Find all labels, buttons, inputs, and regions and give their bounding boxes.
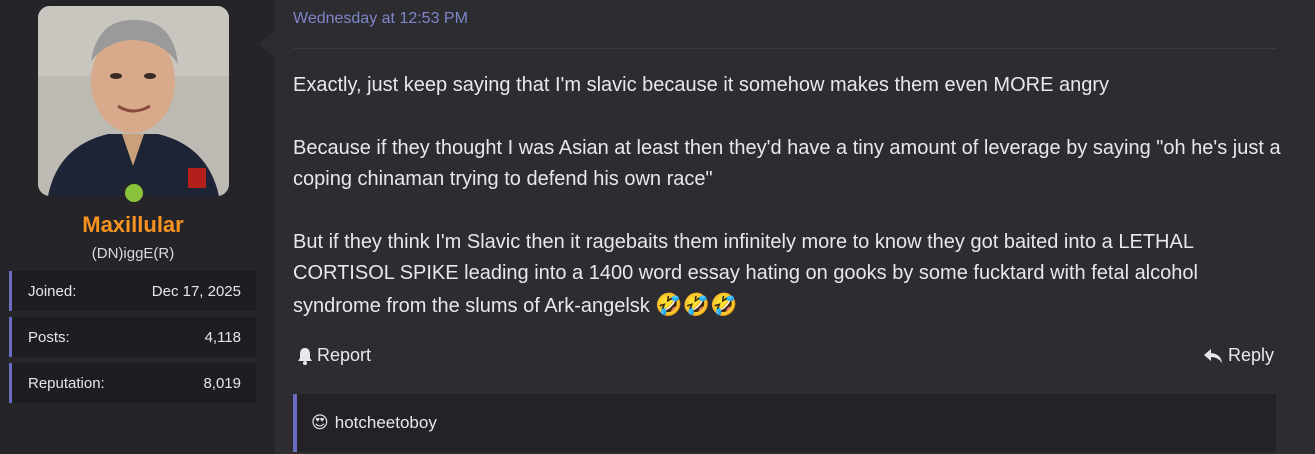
- laughing-emoji: 🤣🤣🤣: [655, 292, 738, 317]
- post-paragraph-text: But if they think I'm Slavic then it rag…: [293, 231, 1198, 317]
- reaction-user[interactable]: hotcheetoboy: [335, 413, 437, 433]
- post-timestamp[interactable]: Wednesday at 12:53 PM: [293, 10, 468, 28]
- post-pointer-arrow: [259, 30, 275, 58]
- stat-joined: Joined: Dec 17, 2025: [9, 271, 256, 311]
- stat-value: Dec 17, 2025: [151, 282, 241, 300]
- user-sidebar: Maxillular (DN)iggE(R) Joined: Dec 17, 2…: [0, 0, 275, 454]
- header-divider: [293, 48, 1276, 49]
- reply-arrow-icon: [1203, 348, 1222, 363]
- post-paragraph: But if they think I'm Slavic then it rag…: [293, 227, 1283, 322]
- avatar[interactable]: [38, 6, 229, 196]
- avatar-image: [38, 6, 229, 196]
- post-content: Wednesday at 12:53 PM Exactly, just keep…: [275, 0, 1315, 454]
- stat-value: 8,019: [203, 374, 241, 392]
- stat-value: 4,118: [204, 328, 241, 346]
- stat-label: Reputation:: [28, 374, 105, 392]
- reactions-bar[interactable]: 😍 hotcheetoboy: [293, 394, 1276, 452]
- reply-button[interactable]: Reply: [1203, 345, 1274, 366]
- stat-reputation: Reputation: 8,019: [9, 363, 256, 403]
- post-paragraph: Because if they thought I was Asian at l…: [293, 137, 1281, 190]
- online-status-dot: [123, 182, 145, 204]
- bell-icon: [298, 347, 312, 365]
- post-body: Exactly, just keep saying that I'm slavi…: [293, 70, 1283, 354]
- report-label: Report: [317, 345, 372, 365]
- heart-eyes-emoji-icon: 😍: [311, 413, 329, 432]
- username[interactable]: Maxillular: [0, 212, 266, 238]
- reply-label: Reply: [1227, 345, 1274, 365]
- post-paragraph: Exactly, just keep saying that I'm slavi…: [293, 74, 1110, 96]
- report-button[interactable]: Report: [297, 345, 371, 366]
- stat-posts: Posts: 4,118: [9, 317, 256, 357]
- user-title: (DN)iggE(R): [91, 245, 175, 262]
- stat-label: Joined:: [28, 282, 77, 300]
- stat-label: Posts:: [28, 328, 70, 346]
